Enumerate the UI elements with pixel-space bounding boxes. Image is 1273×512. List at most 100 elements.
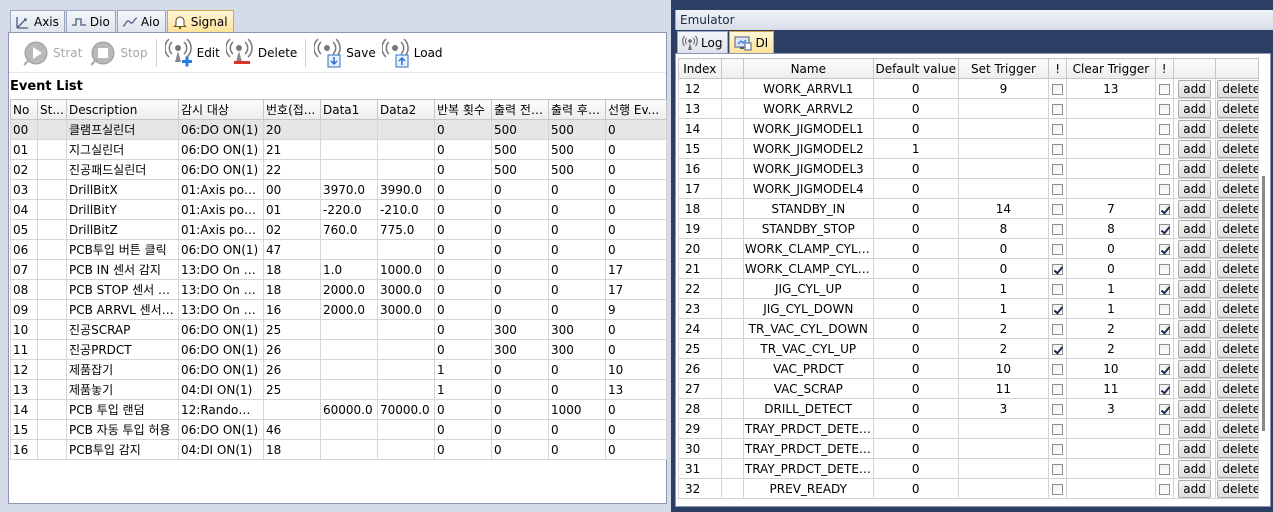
delete-row-button[interactable]: delete <box>1217 279 1258 298</box>
add-button[interactable]: add <box>1178 139 1211 158</box>
default-value-cell[interactable]: 0 <box>872 218 959 239</box>
clear-trigger-cell[interactable]: 0 <box>1066 258 1156 279</box>
table-row[interactable]: 15 PCB 자동 투입 허용 06:DO ON(1) 46 0 0 0 0 <box>10 419 667 440</box>
clear-not-checkbox[interactable] <box>1158 403 1170 415</box>
add-button[interactable]: add <box>1178 239 1211 258</box>
default-value-cell[interactable]: 0 <box>872 378 959 399</box>
clear-trigger-cell[interactable]: 1 <box>1066 278 1156 299</box>
clear-trigger-cell[interactable] <box>1066 158 1156 179</box>
add-button[interactable]: add <box>1178 459 1211 478</box>
delete-row-button[interactable]: delete <box>1217 119 1258 138</box>
clear-trigger-cell[interactable] <box>1066 478 1156 499</box>
add-button[interactable]: add <box>1178 159 1211 178</box>
clear-not-checkbox[interactable] <box>1158 383 1170 395</box>
set-trigger-cell[interactable]: 9 <box>957 78 1050 99</box>
set-not-checkbox[interactable] <box>1052 83 1064 95</box>
di-row[interactable]: 20 WORK_CLAMP_CYL_... 0 0 0 add delete <box>678 238 1259 259</box>
add-button[interactable]: add <box>1178 199 1211 218</box>
clear-not-checkbox[interactable] <box>1158 183 1170 195</box>
set-not-checkbox[interactable] <box>1052 303 1064 315</box>
di-row[interactable]: 12 WORK_ARRVL1 0 9 13 add delete <box>678 78 1259 99</box>
table-row[interactable]: 11 진공PRDCT 06:DO ON(1) 26 0 300 300 0 <box>10 339 667 360</box>
table-row[interactable]: 00 클램프실린더 06:DO ON(1) 20 0 500 500 0 <box>10 119 667 140</box>
tab-di[interactable]: DI <box>729 31 775 53</box>
delete-row-button[interactable]: delete <box>1217 419 1258 438</box>
column-header[interactable]: ! <box>1048 58 1068 79</box>
table-row[interactable]: 10 진공SCRAP 06:DO ON(1) 25 0 300 300 0 <box>10 319 667 340</box>
default-value-cell[interactable]: 0 <box>872 478 959 499</box>
default-value-cell[interactable]: 0 <box>872 318 959 339</box>
set-trigger-cell[interactable]: 2 <box>957 338 1050 359</box>
default-value-cell[interactable]: 0 <box>872 358 959 379</box>
clear-trigger-cell[interactable] <box>1066 98 1156 119</box>
column-header[interactable]: 출력 전 ... <box>491 99 549 120</box>
column-header[interactable]: St... <box>37 99 67 120</box>
add-button[interactable]: add <box>1178 319 1211 338</box>
column-header[interactable]: 선행 Ev... <box>605 99 667 120</box>
clear-not-checkbox[interactable] <box>1158 263 1170 275</box>
table-row[interactable]: 06 PCB투입 버튼 클릭 06:DO ON(1) 47 0 0 0 0 <box>10 239 667 260</box>
di-row[interactable]: 26 VAC_PRDCT 0 10 10 add delete <box>678 358 1259 379</box>
add-button[interactable]: add <box>1178 79 1211 98</box>
di-row[interactable]: 32 PREV_READY 0 add delete <box>678 478 1259 499</box>
add-button[interactable]: add <box>1178 339 1211 358</box>
clear-trigger-cell[interactable]: 11 <box>1066 378 1156 399</box>
add-button[interactable]: add <box>1178 379 1211 398</box>
clear-not-checkbox[interactable] <box>1158 463 1170 475</box>
add-button[interactable]: add <box>1178 479 1211 498</box>
di-row[interactable]: 24 TR_VAC_CYL_DOWN 0 2 2 add delete <box>678 318 1259 339</box>
default-value-cell[interactable]: 0 <box>872 338 959 359</box>
column-header[interactable]: No <box>10 99 38 120</box>
set-not-checkbox[interactable] <box>1052 143 1064 155</box>
column-header[interactable]: Clear Trigger <box>1066 58 1156 79</box>
di-row[interactable]: 14 WORK_JIGMODEL1 0 add delete <box>678 118 1259 139</box>
add-button[interactable]: add <box>1178 299 1211 318</box>
add-button[interactable]: add <box>1178 99 1211 118</box>
di-row[interactable]: 15 WORK_JIGMODEL2 1 add delete <box>678 138 1259 159</box>
table-row[interactable]: 09 PCB ARRVL 센서 ... 13:DO On Ti... 16 2000.0… <box>10 299 667 320</box>
set-not-checkbox[interactable] <box>1052 463 1064 475</box>
clear-not-checkbox[interactable] <box>1158 423 1170 435</box>
table-row[interactable]: 02 진공패드실린더 06:DO ON(1) 22 0 500 500 0 <box>10 159 667 180</box>
delete-row-button[interactable]: delete <box>1217 359 1258 378</box>
set-trigger-cell[interactable]: 8 <box>957 218 1050 239</box>
clear-not-checkbox[interactable] <box>1158 243 1170 255</box>
delete-row-button[interactable]: delete <box>1217 139 1258 158</box>
set-not-checkbox[interactable] <box>1052 363 1064 375</box>
set-trigger-cell[interactable]: 1 <box>957 298 1050 319</box>
clear-not-checkbox[interactable] <box>1158 143 1170 155</box>
tab-axis[interactable]: Axis <box>10 10 65 32</box>
column-header[interactable]: Set Trigger <box>957 58 1050 79</box>
column-header[interactable]: 반복 횟수 <box>434 99 492 120</box>
set-trigger-cell[interactable]: 3 <box>957 398 1050 419</box>
default-value-cell[interactable]: 0 <box>872 398 959 419</box>
add-button[interactable]: add <box>1178 419 1211 438</box>
clear-not-checkbox[interactable] <box>1158 363 1170 375</box>
delete-row-button[interactable]: delete <box>1217 99 1258 118</box>
default-value-cell[interactable]: 0 <box>872 238 959 259</box>
clear-trigger-cell[interactable] <box>1066 138 1156 159</box>
tab-aio[interactable]: Aio <box>116 10 166 32</box>
di-row[interactable]: 23 JIG_CYL_DOWN 0 1 1 add delete <box>678 298 1259 319</box>
delete-button[interactable]: Delete <box>225 35 297 71</box>
table-row[interactable]: 16 PCB투입 감지 04:DI ON(1) 18 0 0 0 0 <box>10 439 667 460</box>
di-row[interactable]: 17 WORK_JIGMODEL4 0 add delete <box>678 178 1259 199</box>
set-trigger-cell[interactable]: 1 <box>957 278 1050 299</box>
clear-trigger-cell[interactable] <box>1066 118 1156 139</box>
clear-trigger-cell[interactable]: 1 <box>1066 298 1156 319</box>
table-row[interactable]: 13 제품놓기 04:DI ON(1) 25 1 0 0 13 <box>10 379 667 400</box>
set-not-checkbox[interactable] <box>1052 243 1064 255</box>
table-row[interactable]: 07 PCB IN 센서 감지 13:DO On Ti... 18 1.0 1000.0 0… <box>10 259 667 280</box>
column-header[interactable] <box>1215 58 1259 79</box>
set-not-checkbox[interactable] <box>1052 123 1064 135</box>
add-button[interactable]: add <box>1178 439 1211 458</box>
set-trigger-cell[interactable] <box>957 118 1050 139</box>
column-header[interactable]: 출력 후 ... <box>548 99 606 120</box>
delete-row-button[interactable]: delete <box>1217 339 1258 358</box>
clear-not-checkbox[interactable] <box>1158 103 1170 115</box>
default-value-cell[interactable]: 0 <box>872 298 959 319</box>
di-row[interactable]: 19 STANDBY_STOP 0 8 8 add delete <box>678 218 1259 239</box>
set-not-checkbox[interactable] <box>1052 343 1064 355</box>
column-header[interactable]: Data1 <box>320 99 378 120</box>
column-header[interactable]: 번호(접... <box>263 99 321 120</box>
